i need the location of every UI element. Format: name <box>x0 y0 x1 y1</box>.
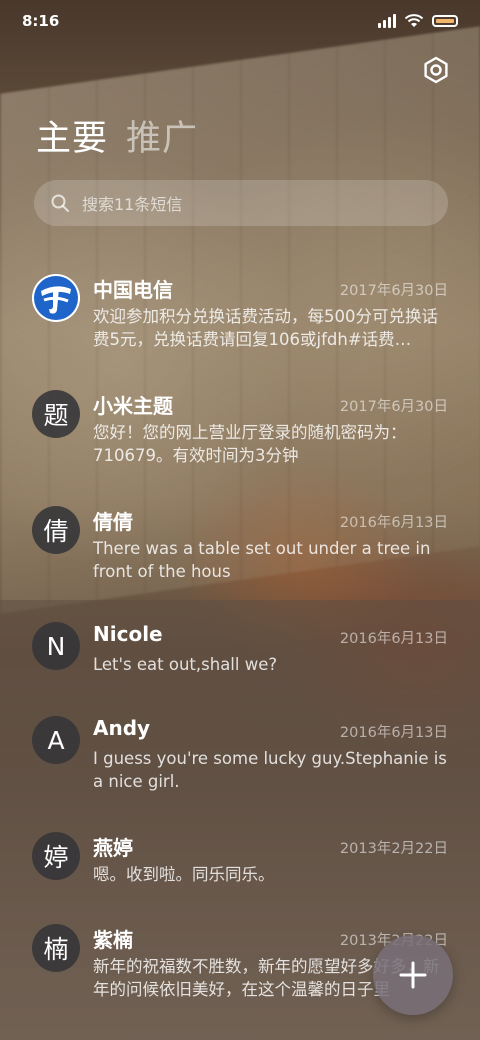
avatar: 题 <box>32 390 80 438</box>
message-preview: There was a table set out under a tree i… <box>93 539 431 581</box>
compose-button[interactable] <box>373 935 453 1015</box>
message-item-yanting[interactable]: 婷 燕婷 2013年2月22日 嗯。收到啦。同乐同乐。 <box>0 820 480 912</box>
avatar: A <box>32 716 80 764</box>
message-item-china-telecom[interactable]: 中国电信 2017年6月30日 欢迎参加积分兑换话费活动，每500分可兑换话费5… <box>0 262 480 378</box>
tab-primary[interactable]: 主要 <box>36 110 108 161</box>
sender-name: 中国电信 <box>93 278 173 302</box>
search-bar[interactable]: 搜索11条短信 <box>34 180 448 226</box>
avatar: 倩 <box>32 506 80 554</box>
message-date: 2013年2月22日 <box>339 841 448 857</box>
plus-icon <box>399 961 427 989</box>
message-preview: I guess you're some lucky guy.Stephanie … <box>93 749 447 791</box>
message-list: 中国电信 2017年6月30日 欢迎参加积分兑换话费活动，每500分可兑换话费5… <box>0 262 480 1028</box>
status-icons <box>378 14 458 28</box>
avatar <box>32 274 80 322</box>
message-date: 2016年6月13日 <box>339 725 448 741</box>
signal-icon <box>378 14 396 28</box>
message-date: 2016年6月13日 <box>339 515 448 531</box>
message-item-andy[interactable]: A Andy 2016年6月13日 I guess you're some lu… <box>0 704 480 820</box>
message-item-xiaomi-theme[interactable]: 题 小米主题 2017年6月30日 您好！您的网上营业厅登录的随机密码为：710… <box>0 378 480 494</box>
gear-icon <box>424 56 448 84</box>
status-bar: 8:16 <box>0 0 480 42</box>
message-preview: 欢迎参加积分兑换话费活动，每500分可兑换话费5元，兑换话费请回复106或jfd… <box>93 307 438 349</box>
message-preview: 嗯。收到啦。同乐同乐。 <box>93 865 275 884</box>
battery-icon <box>432 15 458 27</box>
sender-name: Nicole <box>93 622 163 646</box>
message-preview: 您好！您的网上营业厅登录的随机密码为：710679。有效时间为3分钟 <box>93 423 407 465</box>
tab-promotions[interactable]: 推广 <box>126 110 198 161</box>
status-time: 8:16 <box>22 12 60 30</box>
sender-name: 倩倩 <box>93 510 133 534</box>
message-preview: Let's eat out,shall we? <box>93 655 278 674</box>
sender-name: Andy <box>93 716 151 740</box>
message-date: 2017年6月30日 <box>339 283 448 299</box>
message-item-nicole[interactable]: N Nicole 2016年6月13日 Let's eat out,shall … <box>0 610 480 704</box>
sender-name: 小米主题 <box>93 394 173 418</box>
avatar: N <box>32 622 80 670</box>
search-placeholder: 搜索11条短信 <box>82 195 183 214</box>
message-date: 2016年6月13日 <box>339 631 448 647</box>
wifi-icon <box>404 14 424 27</box>
tab-bar: 主要 推广 <box>36 110 198 161</box>
search-icon <box>51 194 69 212</box>
avatar: 楠 <box>32 924 80 972</box>
battery-level <box>436 19 454 23</box>
sender-name: 燕婷 <box>93 836 133 860</box>
avatar: 婷 <box>32 832 80 880</box>
settings-button[interactable] <box>420 54 452 86</box>
china-telecom-logo-icon <box>32 274 80 322</box>
message-item-qianqian[interactable]: 倩 倩倩 2016年6月13日 There was a table set ou… <box>0 494 480 610</box>
sender-name: 紫楠 <box>93 928 133 952</box>
message-date: 2017年6月30日 <box>339 399 448 415</box>
